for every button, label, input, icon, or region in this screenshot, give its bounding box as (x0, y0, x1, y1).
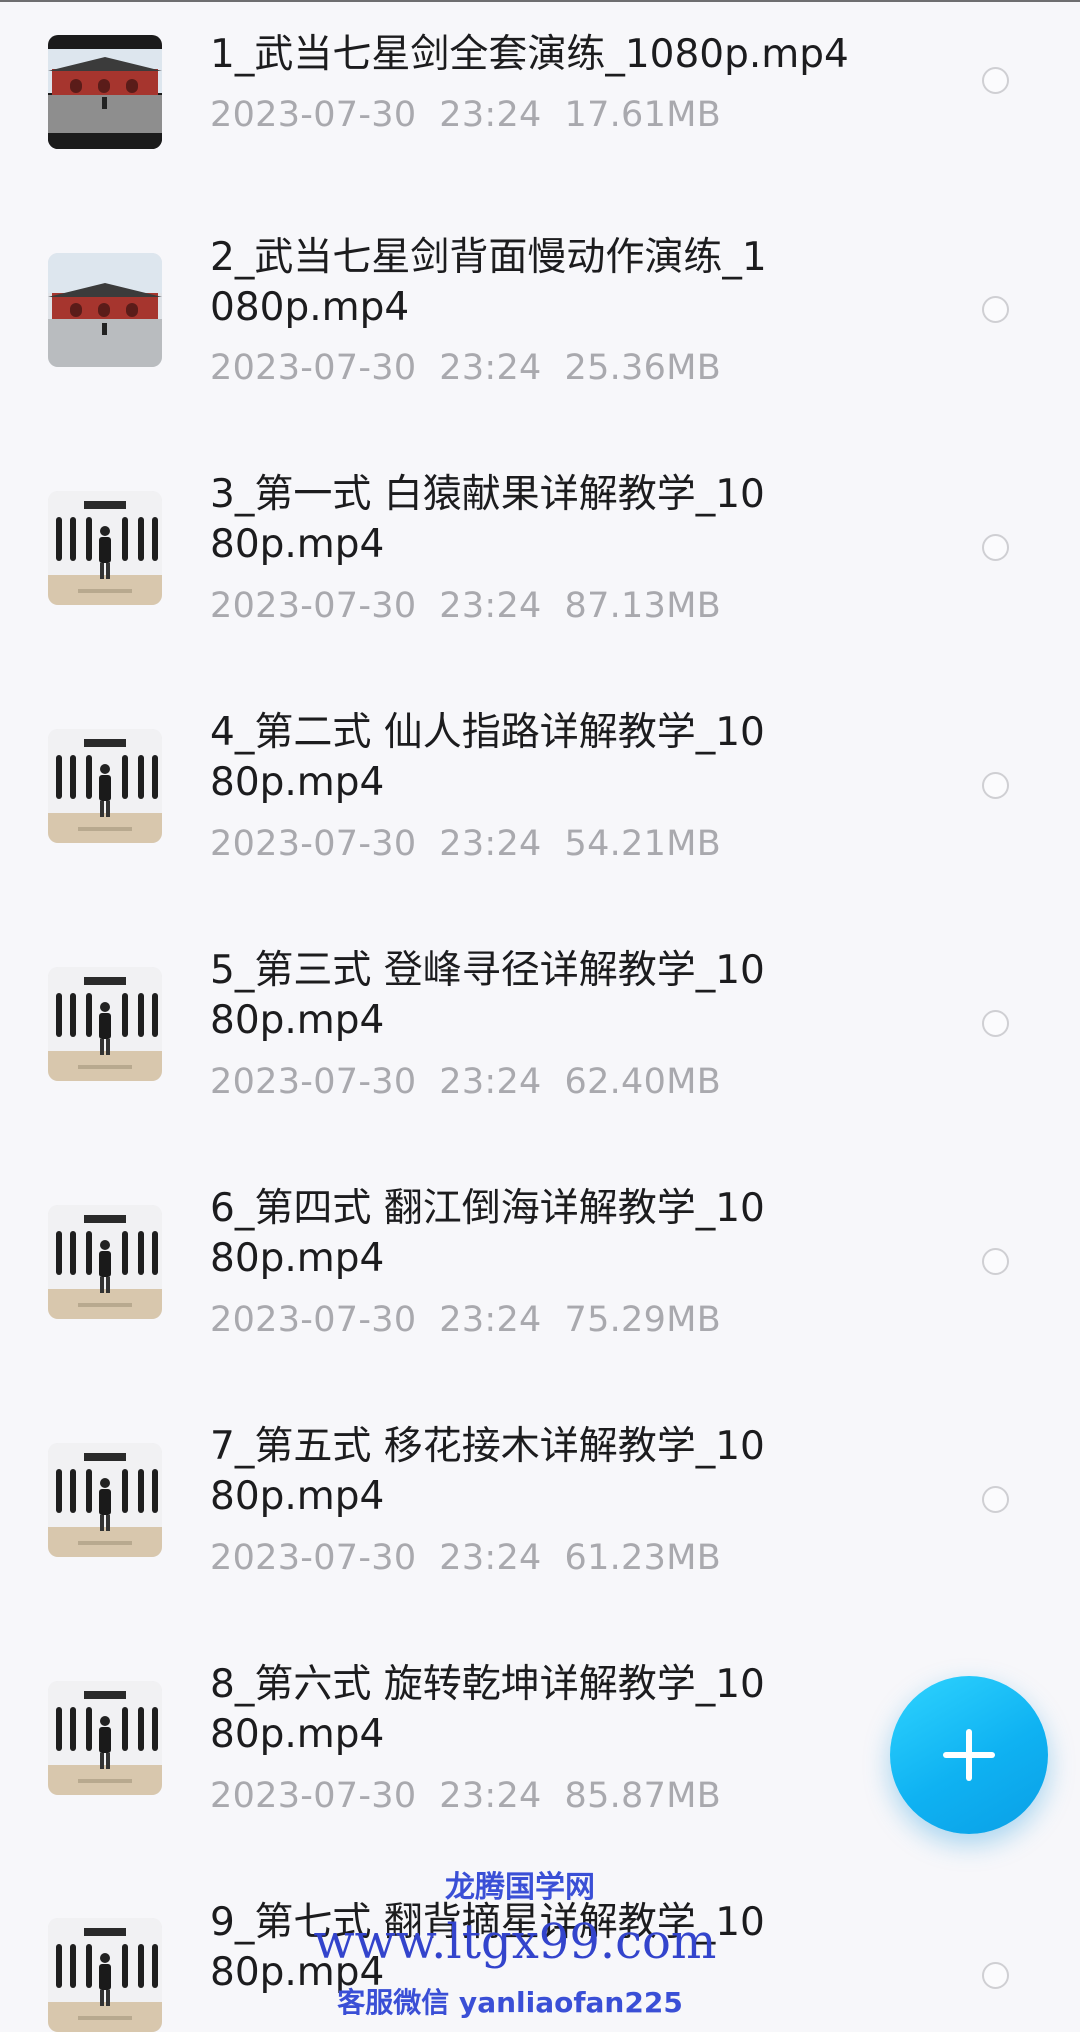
file-size: 62.40MB (564, 1062, 722, 1102)
select-radio[interactable] (982, 1248, 1009, 1275)
file-date: 2023-07-30 (210, 348, 417, 388)
file-name: 8_第六式 旋转乾坤详解教学_1080p.mp4 (210, 1662, 765, 1757)
file-item[interactable]: 9_第七式 翻背摘星详解教学_1080p.mp4 (0, 0, 1080, 2032)
select-radio[interactable] (982, 534, 1009, 561)
file-date: 2023-07-30 (210, 1538, 417, 1578)
file-size: 75.29MB (564, 1300, 722, 1340)
video-thumbnail (48, 1681, 162, 1795)
video-thumbnail (48, 1205, 162, 1319)
file-size: 25.36MB (564, 348, 722, 388)
watermark-url: www.ltgx99.com (313, 1914, 717, 1970)
video-thumbnail (48, 729, 162, 843)
select-radio[interactable] (982, 1010, 1009, 1037)
file-meta: 2023-07-30 23:24 87.13MB (210, 586, 721, 626)
video-thumbnail (48, 491, 162, 605)
file-meta: 2023-07-30 23:24 85.87MB (210, 1776, 721, 1816)
watermark-site-name: 龙腾国学网 (445, 1870, 595, 1905)
file-meta: 2023-07-30 23:24 62.40MB (210, 1062, 721, 1102)
video-thumbnail (48, 1443, 162, 1557)
file-name: 3_第一式 白猿献果详解教学_1080p.mp4 (210, 472, 765, 567)
file-name: 5_第三式 登峰寻径详解教学_1080p.mp4 (210, 948, 765, 1043)
file-time: 23:24 (439, 348, 542, 388)
file-name: 7_第五式 移花接木详解教学_1080p.mp4 (210, 1424, 765, 1519)
file-date: 2023-07-30 (210, 1776, 417, 1816)
file-time: 23:24 (439, 824, 542, 864)
file-time: 23:24 (439, 586, 542, 626)
file-date: 2023-07-30 (210, 1300, 417, 1340)
video-thumbnail (48, 253, 162, 367)
add-button[interactable] (890, 1676, 1048, 1834)
file-size: 54.21MB (564, 824, 722, 864)
file-name: 2_武当七星剑背面慢动作演练_1080p.mp4 (210, 235, 767, 330)
file-name: 4_第二式 仙人指路详解教学_1080p.mp4 (210, 710, 765, 805)
file-size: 85.87MB (564, 1776, 722, 1816)
file-date: 2023-07-30 (210, 1062, 417, 1102)
video-thumbnail (48, 967, 162, 1081)
plus-icon (943, 1729, 995, 1781)
file-time: 23:24 (439, 1538, 542, 1578)
watermark-contact: 客服微信 yanliaofan225 (337, 1986, 683, 2019)
select-radio[interactable] (982, 1486, 1009, 1513)
file-time: 23:24 (439, 1776, 542, 1816)
file-size: 61.23MB (564, 1538, 722, 1578)
select-radio[interactable] (982, 772, 1009, 799)
file-time: 23:24 (439, 1062, 542, 1102)
file-meta: 2023-07-30 23:24 61.23MB (210, 1538, 721, 1578)
file-meta: 2023-07-30 23:24 75.29MB (210, 1300, 721, 1340)
file-name: 6_第四式 翻江倒海详解教学_1080p.mp4 (210, 1186, 765, 1281)
file-meta: 2023-07-30 23:24 25.36MB (210, 348, 721, 388)
file-date: 2023-07-30 (210, 824, 417, 864)
file-size: 87.13MB (564, 586, 722, 626)
file-date: 2023-07-30 (210, 586, 417, 626)
file-meta: 2023-07-30 23:24 54.21MB (210, 824, 721, 864)
file-time: 23:24 (439, 1300, 542, 1340)
select-radio[interactable] (982, 296, 1009, 323)
